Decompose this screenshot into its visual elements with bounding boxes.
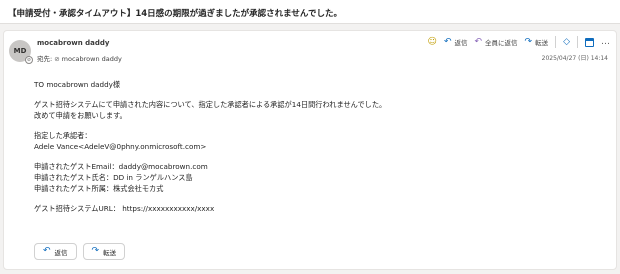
presence-status-icon: ⊘ <box>25 56 33 64</box>
body-line: 改めて申請をお願いします。 <box>34 111 127 120</box>
toolbar-divider <box>577 36 578 48</box>
reply-all-action[interactable]: ↶ 全員に返信 <box>474 37 517 47</box>
reply-icon: ↶ <box>443 36 452 47</box>
reply-all-label: 全員に返信 <box>485 39 518 47</box>
guest-email: 申請されたゲストEmail：daddy@mocabrown.com <box>34 162 208 171</box>
to-label: 宛先: <box>37 55 53 63</box>
sender-name[interactable]: mocabrown daddy <box>37 39 109 47</box>
approver-value: Adele Vance<AdeleV@0phny.onmicrosoft.com… <box>34 142 207 151</box>
forward-action[interactable]: ↷ 転送 <box>525 37 549 47</box>
more-options-icon[interactable]: … <box>601 37 610 47</box>
reply-button-label: 返信 <box>54 248 68 257</box>
reply-all-icon: ↶ <box>474 36 483 47</box>
reply-action[interactable]: ↶ 返信 <box>444 37 468 47</box>
greeting: TO mocabrown daddy様 <box>34 80 121 89</box>
message-actions-toolbar: ☺ ↶ 返信 ↶ 全員に返信 ↷ 転送 ◇ … <box>428 36 610 48</box>
message-body: TO mocabrown daddy様 ゲスト招待システムにて申請された内容につ… <box>34 79 594 214</box>
tag-icon[interactable]: ◇ <box>563 37 570 47</box>
reply-label: 返信 <box>454 39 468 47</box>
reply-button[interactable]: ↶ 返信 <box>34 243 77 260</box>
avatar[interactable]: MD ⊘ <box>9 40 33 64</box>
message-card: MD ⊘ mocabrown daddy 宛先: ⊘ mocabrown daddy… <box>3 30 617 270</box>
avatar-initials: MD <box>13 47 27 55</box>
recipient-name[interactable]: mocabrown daddy <box>62 55 122 63</box>
emoji-react-icon[interactable]: ☺ <box>428 37 437 47</box>
sent-timestamp: 2025/04/27 (日) 14:14 <box>541 55 608 62</box>
quick-reply-row: ↶ 返信 ↷ 転送 <box>34 243 126 260</box>
forward-icon: ↷ <box>524 36 533 47</box>
system-url: ゲスト招待システムURL： https://xxxxxxxxxxx/xxxx <box>34 204 215 213</box>
forward-icon: ↷ <box>91 246 100 256</box>
forward-button-label: 転送 <box>103 248 117 257</box>
guest-company: 申請されたゲスト所属：株式会社モカ式 <box>34 184 164 193</box>
guest-name: 申請されたゲスト氏名：DD in ランゲルハンス島 <box>34 173 193 182</box>
toolbar-divider <box>555 36 557 48</box>
forward-label: 転送 <box>535 39 549 47</box>
calendar-icon[interactable] <box>585 37 594 47</box>
approver-label: 指定した承認者： <box>34 131 92 140</box>
body-line: ゲスト招待システムにて申請された内容について、指定した承認者による承認が14日間… <box>34 100 387 109</box>
blocked-presence-icon: ⊘ <box>54 55 60 63</box>
recipient-line: 宛先: ⊘ mocabrown daddy <box>37 53 122 63</box>
reply-icon: ↶ <box>43 246 51 256</box>
forward-button[interactable]: ↷ 転送 <box>82 243 126 260</box>
email-subject: 【申請受付・承認タイムアウト】14日感の期限が過ぎましたが承認されませんでした。 <box>0 0 620 24</box>
